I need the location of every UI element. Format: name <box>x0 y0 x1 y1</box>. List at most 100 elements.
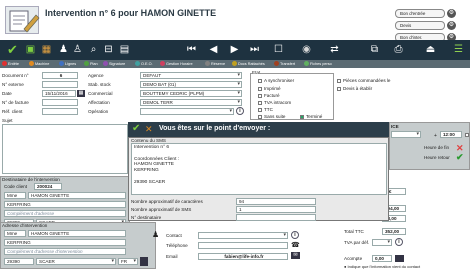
list-icon[interactable]: ▤ <box>118 43 131 56</box>
atelier-checkbox[interactable] <box>465 132 470 137</box>
exit-icon[interactable]: ⏏ <box>424 43 437 56</box>
menu-icon[interactable]: ☰ <box>452 43 465 56</box>
adr-civilite-field[interactable]: Mme <box>4 230 26 237</box>
document-number-field[interactable]: 6 <box>42 72 78 79</box>
previous-record-icon[interactable]: ◀ <box>207 43 220 56</box>
tab-dot-icon <box>205 61 210 66</box>
tab-plan[interactable]: Plan <box>84 61 98 67</box>
termine-checkbox[interactable]: Terminé <box>300 114 322 119</box>
facture-label: N° de facture <box>2 100 29 105</box>
calendar-icon[interactable]: ▦ <box>77 90 85 97</box>
code-client-field[interactable]: 200024 <box>34 183 62 190</box>
tab-lignes[interactable]: Lignes <box>59 61 76 67</box>
filter-icon[interactable]: ⊟ <box>102 43 115 56</box>
contact-info-icon[interactable]: i <box>291 231 299 239</box>
adr-addr1-field[interactable]: KERFRING <box>4 239 126 246</box>
tva-default-label: TVA par déf. <box>344 240 370 245</box>
ext-label: N° externe <box>2 82 24 87</box>
dest-name-field[interactable]: HAMON GINETTE <box>28 192 126 199</box>
imprime-checkbox[interactable]: Imprimé <box>258 86 281 91</box>
affectation-label: Affectation <box>88 100 110 105</box>
plus-icon[interactable]: + <box>434 133 437 139</box>
stab-select[interactable]: DEMO BAT (01) <box>140 81 242 88</box>
print-icon[interactable]: ⎙ <box>392 43 405 56</box>
adr-ville-select[interactable]: SCAER <box>36 258 116 265</box>
telephone-field[interactable] <box>198 242 288 249</box>
contact-select[interactable] <box>198 232 288 239</box>
ice-select[interactable] <box>391 131 421 138</box>
delete-icon[interactable]: ▦ <box>40 43 53 56</box>
ref-client-field[interactable] <box>42 108 78 115</box>
ref-client-label: Réf. client <box>2 109 23 114</box>
pieces-checkbox[interactable]: Pièces commandées le <box>337 78 391 83</box>
tab-reserve[interactable]: Réserve <box>205 61 225 67</box>
tab-oeo[interactable]: O.E.O. <box>135 61 153 67</box>
adr-addr2-field[interactable]: Complément d'adresse d'intervention <box>4 248 126 255</box>
dest-number-label: N° destinataire <box>131 215 162 220</box>
users-icon[interactable]: ♟ <box>57 43 70 56</box>
total-ttc-label: Total TTC <box>344 229 364 234</box>
tab-gestion-horaire[interactable]: Gestion Horaire <box>160 61 193 67</box>
duplicate-icon[interactable]: ⧉ <box>368 43 381 56</box>
devis-button[interactable]: Devis ⚙ <box>395 21 456 30</box>
export-icon[interactable]: ⇄ <box>328 43 341 56</box>
acompte-icon[interactable] <box>395 255 404 262</box>
document-edit-icon <box>5 6 40 34</box>
tva-info-icon[interactable]: i <box>395 238 403 246</box>
destinataire-title: Destinataire de l'intervention <box>2 177 60 182</box>
dest-addr1-field[interactable]: KERFRING <box>4 201 126 208</box>
search-icon[interactable]: ⌕ <box>87 43 100 56</box>
dest-addr2-field[interactable]: Complément d'adresse <box>4 210 126 217</box>
phone-icon[interactable]: ☎ <box>291 241 300 249</box>
agence-select[interactable]: DEFAUT <box>140 72 242 79</box>
commercial-select[interactable]: BOUTTEMY CEDRIC (PLPM) <box>140 90 242 97</box>
modal-cancel-icon[interactable]: ✕ <box>145 124 153 134</box>
first-record-icon[interactable]: ⏮ <box>185 43 198 56</box>
civilite-field[interactable]: Mme <box>4 192 26 199</box>
ttc-checkbox[interactable]: TTC <box>258 107 273 112</box>
sms-content-textarea[interactable]: Intervention n° 6 Coordonnées Client : H… <box>131 143 387 195</box>
ext-field[interactable] <box>42 81 78 88</box>
sujet-field[interactable] <box>2 124 128 174</box>
map-icon[interactable] <box>140 257 148 266</box>
globe-icon[interactable]: ◉ <box>300 43 313 56</box>
dest-number-field[interactable] <box>236 214 316 221</box>
tab-machine[interactable]: Machine <box>29 61 49 67</box>
new-record-icon[interactable]: ☐ <box>272 43 285 56</box>
facture-checkbox[interactable]: Facturé <box>258 93 280 98</box>
facture-field[interactable] <box>42 99 78 106</box>
tab-docs-rattaches[interactable]: Docs Rattachés <box>232 61 265 67</box>
adr-cp-field[interactable]: 29390 <box>4 258 34 265</box>
date-field[interactable]: 15/11/2016 <box>42 90 76 97</box>
time-field[interactable]: 12:00 <box>440 131 462 138</box>
confirm-check-icon[interactable]: ✔ <box>456 152 464 163</box>
chars-label: Nombre approximatif de caractères <box>131 199 203 204</box>
tab-signature[interactable]: Signature <box>103 61 125 67</box>
adr-name-field[interactable]: HAMON GINETTE <box>28 230 126 237</box>
a-synchroniser-checkbox[interactable]: A synchroniser <box>258 78 294 83</box>
chars-field: 94 <box>236 198 316 205</box>
tab-fiches-perso[interactable]: Fiches perso <box>304 61 332 67</box>
info-icon[interactable]: i <box>236 107 244 115</box>
bon-entree-button[interactable]: Bon d'entrée ⚙ <box>395 9 456 18</box>
save-icon[interactable]: ▣ <box>24 43 37 56</box>
contact-label: Contact <box>166 233 182 238</box>
last-record-icon[interactable]: ⏭ <box>248 43 261 56</box>
modal-validate-icon[interactable]: ✔ <box>132 124 140 134</box>
sans-suite-checkbox[interactable]: Sans suite <box>258 114 285 119</box>
next-record-icon[interactable]: ▶ <box>228 43 241 56</box>
devis-checkbox[interactable]: Devis à établir <box>337 86 372 91</box>
validate-check-icon[interactable]: ✔ <box>6 43 19 56</box>
contact-note: ● Indique que l'information vient du con… <box>344 264 421 269</box>
acompte-field[interactable]: 0,00 <box>372 255 392 262</box>
affectation-select[interactable]: DEMOL TERR <box>140 99 242 106</box>
operation-select[interactable] <box>140 108 234 115</box>
tva-select[interactable] <box>372 239 392 246</box>
tab-entete[interactable]: Entête <box>2 61 19 67</box>
user-add-icon[interactable]: ♙ <box>71 43 84 56</box>
adr-pays-select[interactable]: FR <box>118 258 138 265</box>
email-field[interactable]: fabien@life-info.fr <box>198 253 288 260</box>
tab-transfert[interactable]: Transfert <box>274 61 295 67</box>
mail-icon[interactable]: ✉ <box>291 252 300 259</box>
tva-checkbox[interactable]: TVA intracom <box>258 100 291 105</box>
